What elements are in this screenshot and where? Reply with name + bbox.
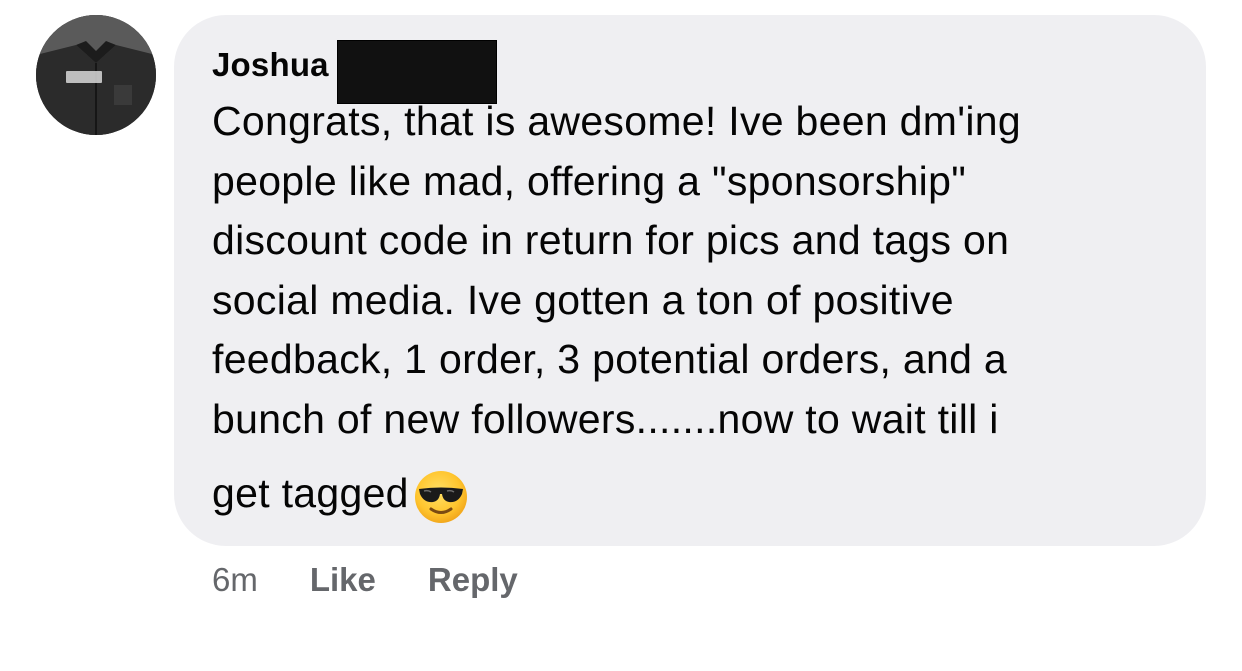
comment-line: feedback, 1 order, 3 potential orders, a… bbox=[212, 336, 1008, 382]
comment-bubble: Joshua Congrats, that is awesome! Ive be… bbox=[174, 15, 1206, 546]
comment-line: bunch of new followers.......now to wait… bbox=[212, 395, 999, 442]
comment-line: people like mad, offering a "sponsorship… bbox=[212, 157, 967, 204]
like-button[interactable]: Like bbox=[310, 561, 376, 599]
comment-line: Congrats, that is awesome! Ive been dm'i… bbox=[212, 98, 1021, 144]
avatar[interactable] bbox=[36, 15, 156, 135]
comment-meta: 6m Like Reply bbox=[212, 556, 570, 604]
comment-line-last: get tagged bbox=[212, 463, 1192, 525]
avatar-photo bbox=[36, 15, 156, 135]
comment-text: Congrats, that is awesome! Ive been dm'i… bbox=[212, 92, 1192, 525]
comment-line: discount code in return for pics and tag… bbox=[212, 217, 1010, 263]
comment-author: Joshua bbox=[212, 40, 497, 104]
comment-line: social media. Ive gotten a ton of positi… bbox=[212, 276, 954, 323]
comment-timestamp: 6m bbox=[212, 561, 258, 598]
comment-line: get tagged bbox=[212, 470, 409, 517]
sunglasses-emoji-icon bbox=[413, 469, 469, 525]
reply-button[interactable]: Reply bbox=[428, 561, 518, 599]
author-name[interactable]: Joshua bbox=[212, 41, 329, 89]
